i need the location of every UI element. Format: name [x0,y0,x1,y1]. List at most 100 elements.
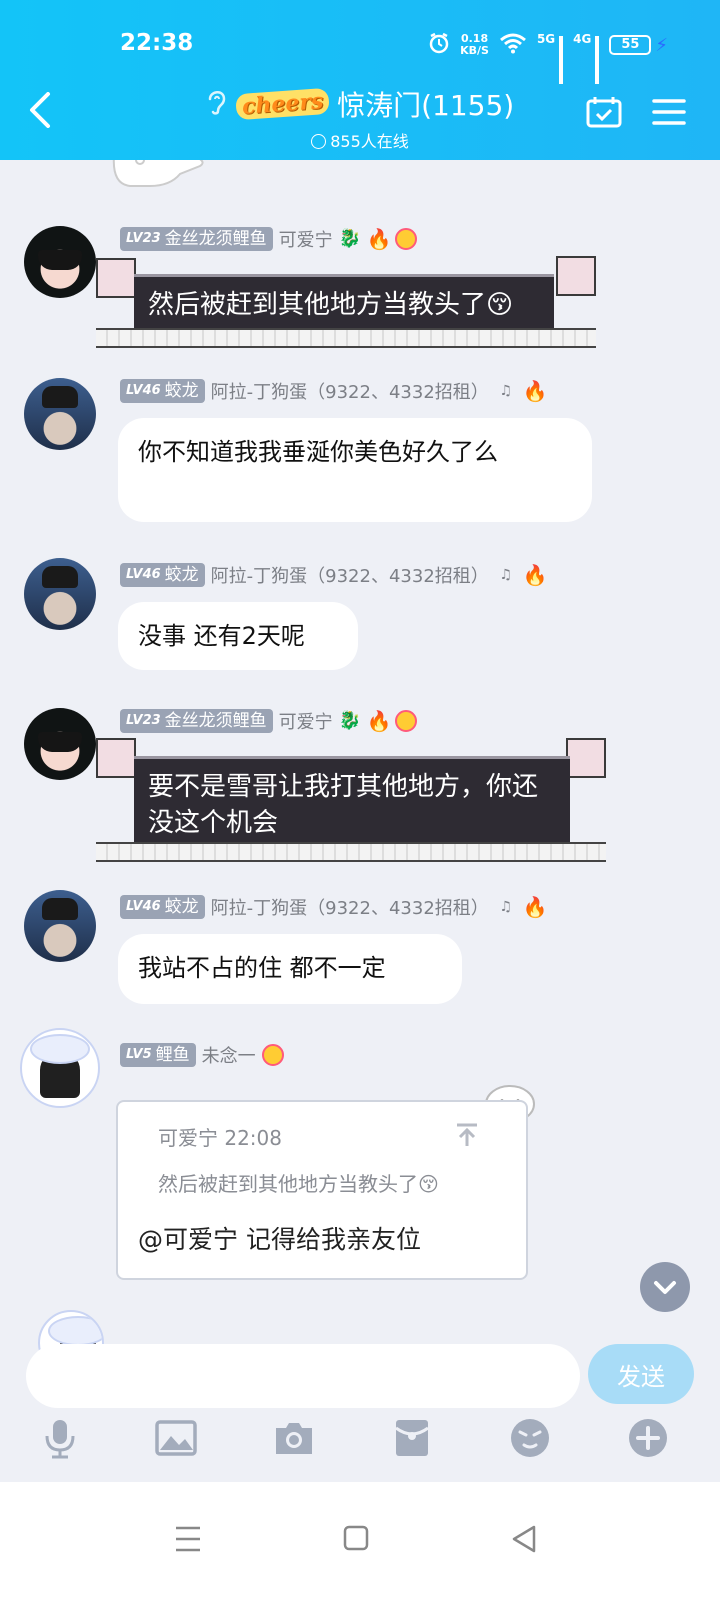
message-bubble[interactable]: 我站不占的住 都不一定 [118,934,462,1004]
message-bubble[interactable]: 没事 还有2天呢 [118,602,358,670]
message-input[interactable] [26,1344,580,1408]
level-badge[interactable]: LV46 蛟龙 [120,895,205,919]
voice-icon[interactable] [38,1416,82,1460]
red-packet-icon[interactable] [390,1416,434,1460]
level-prefix: LV [126,1047,143,1062]
message-bubble[interactable]: 然后被赶到其他地方当教头了😚 [134,274,554,336]
avatar[interactable] [24,558,96,630]
quote-header[interactable]: 可爱宁 22:08 [158,1122,282,1151]
level-prefix: LV [126,383,143,398]
reply-text[interactable]: @可爱宁 记得给我亲友位 [138,1220,421,1256]
frame-decoration-icon [566,738,606,778]
frame-strip [96,328,596,348]
battery-icon: 55 [609,35,652,55]
send-button[interactable]: 发送 [588,1344,694,1404]
level-number: 46 [142,567,161,582]
level-title: 鲤鱼 [155,1045,190,1065]
back-triangle-icon[interactable] [504,1522,544,1556]
avatar[interactable] [24,708,96,780]
frame-decoration-icon [96,738,136,778]
menu-icon[interactable] [652,98,686,126]
avatar[interactable] [20,1028,100,1108]
fire-icon: 🔥 [366,709,392,733]
signal-5g-icon [559,36,564,84]
fire-icon: 🔥 [522,379,548,403]
online-smile-icon [311,134,327,149]
level-badge[interactable]: LV23 金丝龙须鲤鱼 [120,227,273,251]
group-name: 惊涛门(1155) [337,89,515,122]
wifi-icon [499,32,527,58]
sender-name[interactable]: 阿拉-丁狗蛋（9322、4332招租） [211,894,489,920]
dragon-icon: 🐉 [338,228,362,249]
sender-meta: LV46 蛟龙 阿拉-丁狗蛋（9322、4332招租） ♫ 🔥 [120,894,548,920]
frame-decoration-icon [556,256,596,296]
sender-name[interactable]: 未念一 [202,1042,256,1068]
message-bubble[interactable]: 要不是雪哥让我打其他地方，你还没这个机会 [134,756,570,854]
level-number: 23 [142,231,161,246]
chevron-down-icon [654,1281,676,1294]
level-title: 金丝龙须鲤鱼 [164,229,267,249]
signal-5g-label: 5G [536,32,556,46]
net-speed-unit: KB/S [460,44,489,57]
sender-name[interactable]: 可爱宁 [279,708,333,734]
status-icons: 0.18 KB/S 5G 4G 55 ⚡ [428,32,668,84]
sender-name[interactable]: 可爱宁 [279,226,333,252]
message-bubble[interactable]: 你不知道我我垂涎你美色好久了么 [118,418,592,522]
level-prefix: LV [126,231,143,246]
level-prefix: LV [126,567,143,582]
app-header: 22:38 0.18 KB/S 5G 4G 55 ⚡ cheers 惊涛门(11… [0,0,720,160]
system-nav-bar [0,1482,720,1600]
online-count: 855人在线 [0,128,720,152]
sender-meta: LV23 金丝龙须鲤鱼 可爱宁 🐉 🔥 [120,708,417,734]
calendar-check-icon[interactable] [586,96,622,128]
jump-to-quote-icon[interactable] [454,1122,480,1148]
fire-icon: 🔥 [366,227,392,251]
dragon-icon: 🐉 [338,710,362,731]
level-badge[interactable]: LV46 蛟龙 [120,563,205,587]
music-note-icon: ♫ [499,383,513,399]
level-number: 5 [142,1047,152,1062]
status-bar: 22:38 0.18 KB/S 5G 4G 55 ⚡ [0,28,720,84]
online-count-text: 855人在线 [330,132,409,151]
charging-icon: ⚡ [655,34,668,56]
level-title: 蛟龙 [164,381,199,401]
signal-4g-icon [595,36,600,84]
net-speed: 0.18 KB/S [460,33,489,57]
sender-meta: LV46 蛟龙 阿拉-丁狗蛋（9322、4332招租） ♫ 🔥 [120,562,548,588]
frame-strip [96,842,606,862]
status-time: 22:38 [120,30,194,56]
sender-name[interactable]: 阿拉-丁狗蛋（9322、4332招租） [211,378,489,404]
music-note-icon: ♫ [499,567,513,583]
avatar[interactable] [24,226,96,298]
home-square-icon[interactable] [336,1522,376,1556]
level-badge[interactable]: LV5 鲤鱼 [120,1043,196,1067]
cheers-badge: cheers [234,87,330,121]
scroll-down-button[interactable] [640,1262,690,1312]
ear-icon[interactable] [206,87,228,121]
signal-4g-label: 4G [573,32,592,46]
level-prefix: LV [126,713,143,728]
recents-menu-icon[interactable] [168,1522,208,1556]
level-number: 46 [142,899,161,914]
level-badge[interactable]: LV46 蛟龙 [120,379,205,403]
plus-icon[interactable] [626,1416,670,1460]
image-icon[interactable] [154,1416,198,1460]
level-number: 23 [142,713,161,728]
avatar[interactable] [24,378,96,450]
reply-bubble[interactable]: 可爱宁 22:08 然后被赶到其他地方当教头了😚 @可爱宁 记得给我亲友位 [116,1100,528,1280]
camera-icon[interactable] [272,1416,316,1460]
quote-text: 然后被赶到其他地方当教头了😚 [158,1172,439,1196]
alarm-icon [428,32,450,58]
fire-icon: 🔥 [522,895,548,919]
sender-name[interactable]: 阿拉-丁狗蛋（9322、4332招租） [211,562,489,588]
smile-badge-icon [394,228,417,250]
sender-meta: LV5 鲤鱼 未念一 [120,1042,284,1068]
input-bar: 发送 [0,1344,720,1480]
fire-icon: 🔥 [522,563,548,587]
level-title: 金丝龙须鲤鱼 [164,711,267,731]
message-list[interactable]: LV23 金丝龙须鲤鱼 可爱宁 🐉 🔥 然后被赶到其他地方当教头了😚 LV46 蛟龙… [0,160,720,1360]
avatar[interactable] [24,890,96,962]
level-badge[interactable]: LV23 金丝龙须鲤鱼 [120,709,273,733]
emoji-icon[interactable] [508,1416,552,1460]
level-prefix: LV [126,899,143,914]
